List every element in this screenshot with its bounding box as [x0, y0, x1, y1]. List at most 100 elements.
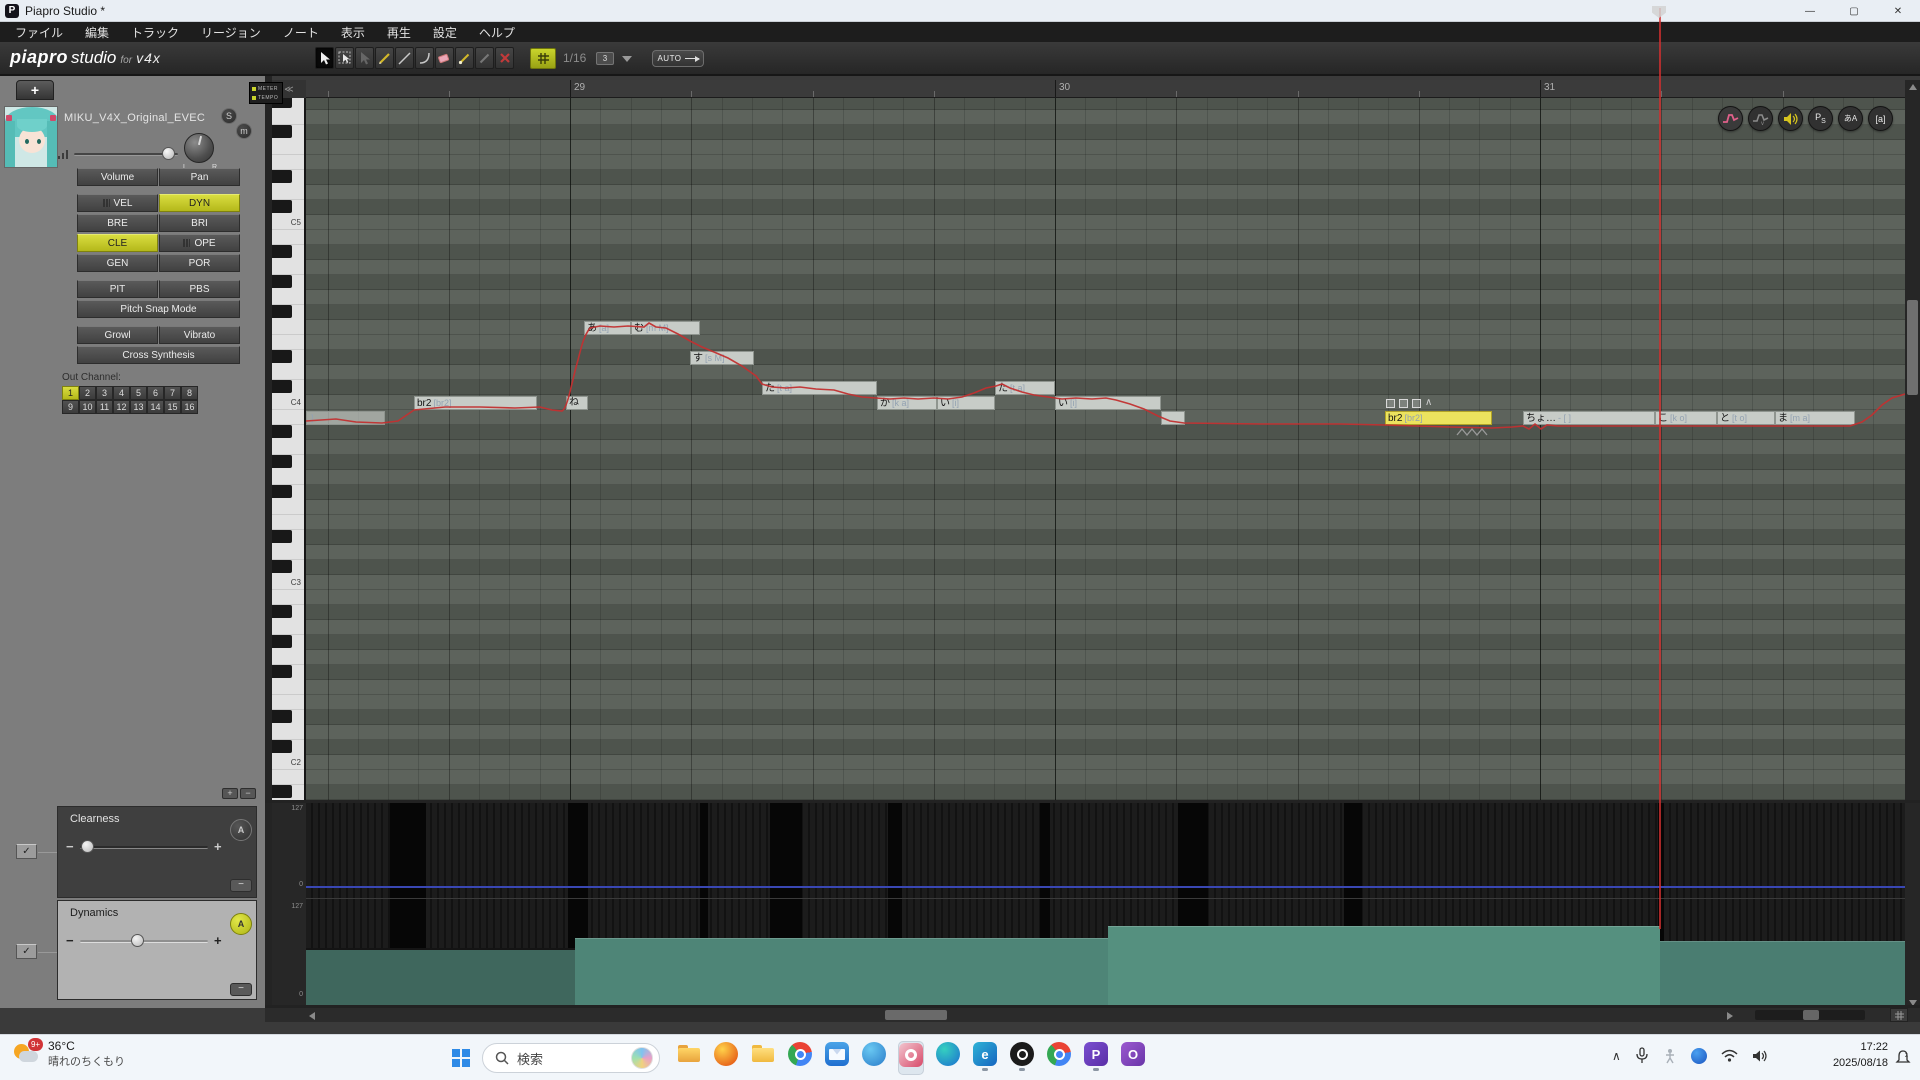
black-key[interactable] [272, 425, 292, 438]
note[interactable]: か[k a] [877, 396, 937, 410]
zoom-slider[interactable] [1755, 1010, 1865, 1020]
channel-1[interactable]: 1 [62, 386, 79, 400]
taskbar-app-explorer[interactable] [676, 1041, 702, 1075]
channel-3[interactable]: 3 [96, 386, 113, 400]
channel-4[interactable]: 4 [113, 386, 130, 400]
delete-tool[interactable] [495, 47, 514, 69]
param-gen[interactable]: GEN [77, 254, 158, 272]
volume-icon[interactable] [1752, 1049, 1769, 1063]
dynamics-slider-handle[interactable] [131, 934, 144, 947]
pencil-tool[interactable] [375, 47, 394, 69]
note[interactable]: む[m M] [631, 321, 700, 335]
add-track-button[interactable]: + [16, 80, 54, 100]
channel-5[interactable]: 5 [130, 386, 147, 400]
start-button[interactable] [448, 1045, 474, 1071]
black-key[interactable] [272, 200, 292, 213]
note[interactable]: ね [566, 396, 588, 410]
phoneme-display-toggle[interactable]: [a] [1868, 106, 1893, 131]
black-key[interactable] [272, 785, 292, 798]
black-key[interactable] [272, 665, 292, 678]
scroll-right-icon[interactable] [1727, 1012, 1733, 1020]
tray-expand-icon[interactable]: ∧ [1612, 1049, 1621, 1063]
channel-14[interactable]: 14 [147, 400, 164, 414]
dynamics-minus[interactable]: − [66, 933, 74, 948]
note[interactable]: と[t o] [1717, 411, 1775, 425]
black-key[interactable] [272, 350, 292, 363]
language-toggle[interactable]: あA [1838, 106, 1863, 131]
dynamics-plus[interactable]: + [214, 933, 222, 948]
black-key[interactable] [272, 455, 292, 468]
meter-tempo-box[interactable]: METER TEMPO [249, 82, 283, 104]
vertical-scrollbar[interactable] [1905, 80, 1920, 1010]
channel-11[interactable]: 11 [96, 400, 113, 414]
volume-slider-handle[interactable] [162, 147, 175, 160]
selection-tool[interactable] [335, 47, 354, 69]
black-key[interactable] [272, 275, 292, 288]
note[interactable]: す[s M] [690, 351, 754, 365]
pen-disabled-tool[interactable] [475, 47, 494, 69]
menu-編集[interactable]: 編集 [74, 22, 120, 42]
grid-snap-button[interactable] [530, 48, 556, 69]
note[interactable]: こ[k o] [1655, 411, 1717, 425]
param-pitch-snap-mode[interactable]: Pitch Snap Mode [77, 300, 240, 318]
clearness-minus[interactable]: − [66, 839, 74, 854]
microphone-icon[interactable] [1635, 1047, 1649, 1064]
note[interactable]: ] [306, 411, 385, 425]
dynamics-collapse-button[interactable]: − [230, 983, 252, 996]
param-cle[interactable]: CLE [77, 234, 158, 252]
taskbar-app-camera-app[interactable] [898, 1041, 924, 1075]
mute-button[interactable]: m [236, 123, 252, 139]
black-key[interactable] [272, 485, 292, 498]
wifi-icon[interactable] [1721, 1049, 1738, 1062]
measure-ruler[interactable]: 293031 [306, 80, 1905, 98]
solo-button[interactable]: S [221, 108, 237, 124]
channel-12[interactable]: 12 [113, 400, 130, 414]
vertical-scroll-thumb[interactable] [1907, 300, 1918, 395]
scroll-left-icon[interactable] [309, 1012, 315, 1020]
curve-tool[interactable] [415, 47, 434, 69]
pointer-disabled-tool[interactable] [355, 47, 374, 69]
horizontal-scroll-thumb[interactable] [885, 1010, 947, 1020]
taskbar-clock[interactable]: 17:22 2025/08/18 [1822, 1040, 1888, 1072]
piano-keyboard[interactable]: C5C4C3C2 [272, 98, 306, 800]
close-button[interactable]: ✕ [1876, 0, 1920, 22]
control-parameter-lane[interactable] [306, 803, 1905, 1005]
menu-トラック[interactable]: トラック [120, 22, 190, 42]
param-vibrato[interactable]: Vibrato [159, 326, 240, 344]
note-handle[interactable] [1386, 399, 1395, 408]
notification-bell-icon[interactable]: z [1894, 1049, 1912, 1072]
note[interactable]: あ[a] [584, 321, 631, 335]
note[interactable]: ちょ…- [ ] [1523, 411, 1655, 425]
dynamics-auto-button[interactable]: A [230, 913, 252, 935]
note-handle[interactable] [1399, 399, 1408, 408]
accessibility-icon[interactable] [1663, 1048, 1677, 1064]
black-key[interactable] [272, 305, 292, 318]
channel-15[interactable]: 15 [164, 400, 181, 414]
clearness-slider-handle[interactable] [81, 840, 94, 853]
minimize-button[interactable]: — [1788, 0, 1832, 22]
black-key[interactable] [272, 635, 292, 648]
menu-リージョン[interactable]: リージョン [190, 22, 272, 42]
pitch-variance-toggle[interactable]: v [1748, 106, 1773, 131]
param-por[interactable]: POR [159, 254, 240, 272]
channel-10[interactable]: 10 [79, 400, 96, 414]
taskbar-app-folder[interactable] [750, 1041, 776, 1075]
note[interactable]: ま[m a] [1775, 411, 1855, 425]
note[interactable]: い[i] [937, 396, 995, 410]
taskbar-app-app-e[interactable]: e [972, 1041, 998, 1075]
taskbar-app-firefox[interactable] [713, 1041, 739, 1075]
param-bre[interactable]: BRE [77, 214, 158, 232]
pan-knob[interactable] [184, 133, 214, 163]
clearness-collapse-button[interactable]: − [230, 879, 252, 892]
black-key[interactable] [272, 605, 292, 618]
clearness-auto-button[interactable]: A [230, 819, 252, 841]
black-key[interactable] [272, 710, 292, 723]
param-pan[interactable]: Pan [159, 168, 240, 186]
taskbar-app-chrome[interactable] [787, 1041, 813, 1075]
add-control-lane-button[interactable]: + [222, 788, 238, 799]
audio-preview-toggle[interactable] [1778, 106, 1803, 131]
note[interactable]: た[t a] [762, 381, 877, 395]
note[interactable] [1161, 411, 1185, 425]
maximize-button[interactable]: ▢ [1832, 0, 1876, 22]
black-key[interactable] [272, 530, 292, 543]
